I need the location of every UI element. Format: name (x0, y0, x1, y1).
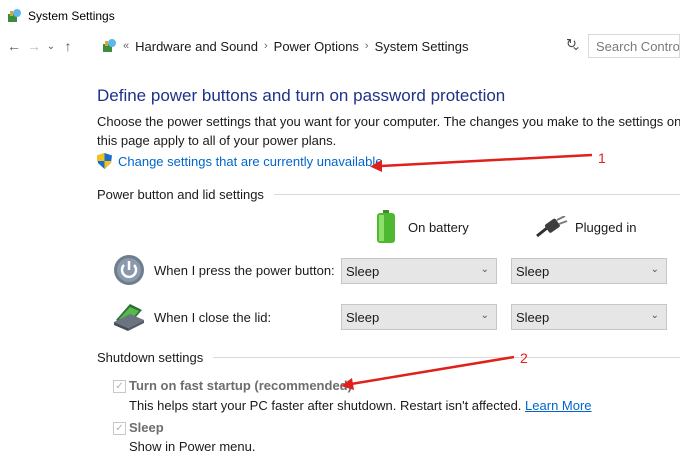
annotation-number-2: 2 (520, 350, 528, 366)
annotation-number-1: 1 (598, 150, 606, 166)
annotation-arrows (341, 153, 593, 390)
